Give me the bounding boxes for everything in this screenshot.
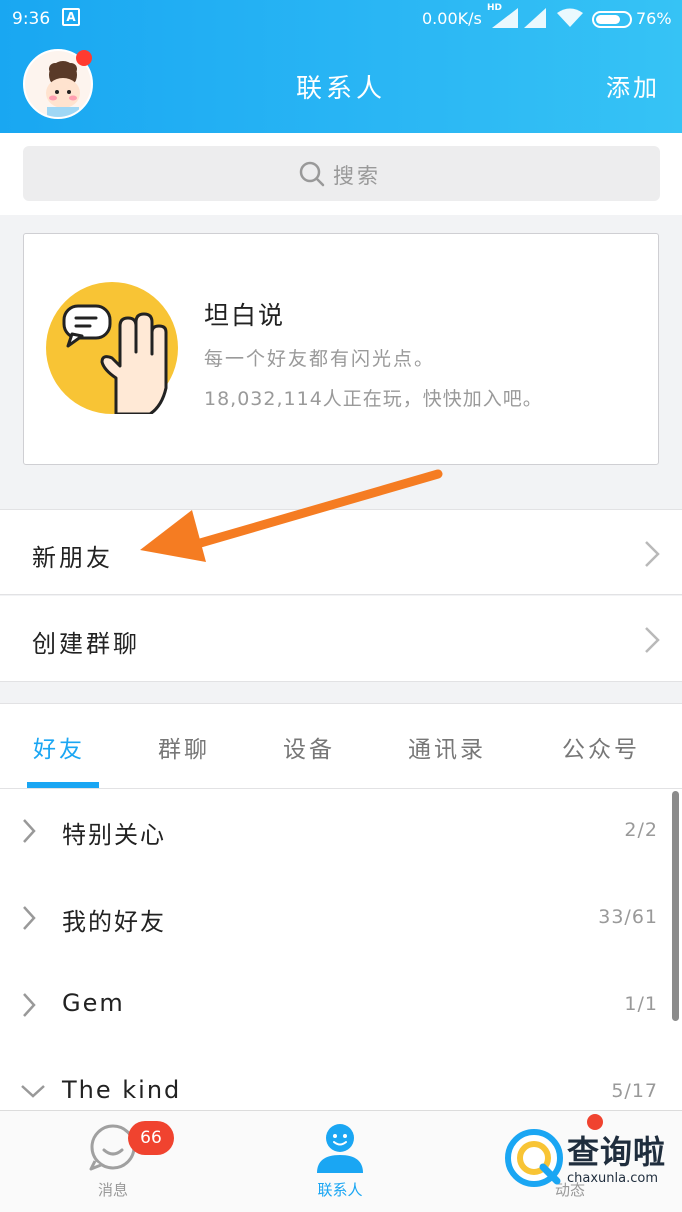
app-notification-icon: A [62, 8, 80, 26]
status-time: 9:36 [12, 9, 51, 29]
contacts-person-icon [317, 1124, 363, 1173]
list-item[interactable]: The kind 5/17 [0, 1050, 682, 1111]
watermark-brand: 查询啦 [567, 1133, 667, 1171]
network-speed: 0.00K/s [422, 9, 482, 28]
avatar-notification-dot [76, 50, 92, 66]
signal-icon [492, 8, 518, 28]
search-placeholder: 搜索 [333, 164, 381, 188]
tab-official-accounts[interactable]: 公众号 [562, 730, 640, 764]
unread-badge: 66 [128, 1121, 174, 1155]
group-name: 我的好友 [62, 908, 166, 936]
group-count: 2/2 [624, 819, 658, 841]
chevron-right-icon [645, 627, 660, 653]
add-button[interactable]: 添加 [606, 68, 660, 103]
card-title: 坦白说 [204, 301, 286, 330]
watermark-logo-icon [505, 1129, 563, 1187]
card-subtitle: 每一个好友都有闪光点。 [204, 348, 436, 370]
battery-percent: 76% [636, 9, 672, 28]
group-count: 1/1 [624, 993, 658, 1015]
chevron-right-icon [23, 993, 36, 1017]
nav-messages-label: 消息 [97, 1181, 128, 1199]
search-section: 搜索 [0, 133, 682, 215]
battery-fill [596, 15, 620, 24]
signal-icon-2 [524, 8, 546, 28]
chevron-right-icon [23, 906, 36, 930]
list-item[interactable]: Gem 1/1 [0, 963, 682, 1050]
status-bar: 9:36 A 0.00K/s HD 76% [0, 0, 682, 38]
tanbaishuo-card[interactable]: 坦白说 每一个好友都有闪光点。 18,032,114人正在玩，快快加入吧。 [23, 233, 659, 465]
nav-contacts[interactable]: 联系人 [300, 1111, 380, 1212]
annotation-arrow-icon [140, 469, 443, 562]
wifi-icon [557, 8, 583, 27]
nav-contacts-label: 联系人 [317, 1181, 363, 1199]
tab-devices[interactable]: 设备 [283, 730, 335, 764]
card-players-count: 18,032,114人正在玩，快快加入吧。 [204, 388, 543, 410]
chevron-right-icon [645, 541, 660, 567]
group-count: 5/17 [611, 1080, 658, 1102]
contact-tabs: 好友 群聊 设备 通讯录 公众号 [0, 703, 682, 789]
tab-friends[interactable]: 好友 [33, 730, 85, 764]
friend-groups-list: 特别关心 2/2 我的好友 33/61 Gem 1/1 The kind 5/1… [0, 789, 682, 1111]
group-name: The kind [62, 1076, 182, 1104]
page-title: 联系人 [295, 74, 386, 104]
group-count: 33/61 [598, 906, 658, 928]
group-name: 特别关心 [62, 821, 166, 849]
chevron-right-icon [23, 819, 36, 843]
chevron-down-icon [21, 1085, 45, 1098]
app-header: 9:36 A 0.00K/s HD 76% 联系人 添加 [0, 0, 682, 133]
list-item[interactable]: 特别关心 2/2 [0, 789, 682, 876]
battery-icon [592, 11, 632, 28]
new-friends-label: 新朋友 [32, 544, 113, 572]
search-input[interactable]: 搜索 [23, 146, 660, 201]
create-group-chat-label: 创建群聊 [32, 630, 140, 658]
scrollbar[interactable] [672, 791, 679, 1021]
tab-groups[interactable]: 群聊 [158, 730, 210, 764]
list-item[interactable]: 我的好友 33/61 [0, 876, 682, 963]
search-icon [299, 161, 325, 187]
active-tab-indicator [27, 782, 99, 788]
group-name: Gem [62, 989, 125, 1017]
watermark-url: chaxunla.com [567, 1171, 658, 1186]
hand-speech-icon [46, 282, 178, 414]
create-group-chat-row[interactable]: 创建群聊 [0, 596, 682, 682]
tab-address-book[interactable]: 通讯录 [408, 730, 486, 764]
watermark: 查询啦 chaxunla.com [505, 1125, 677, 1205]
